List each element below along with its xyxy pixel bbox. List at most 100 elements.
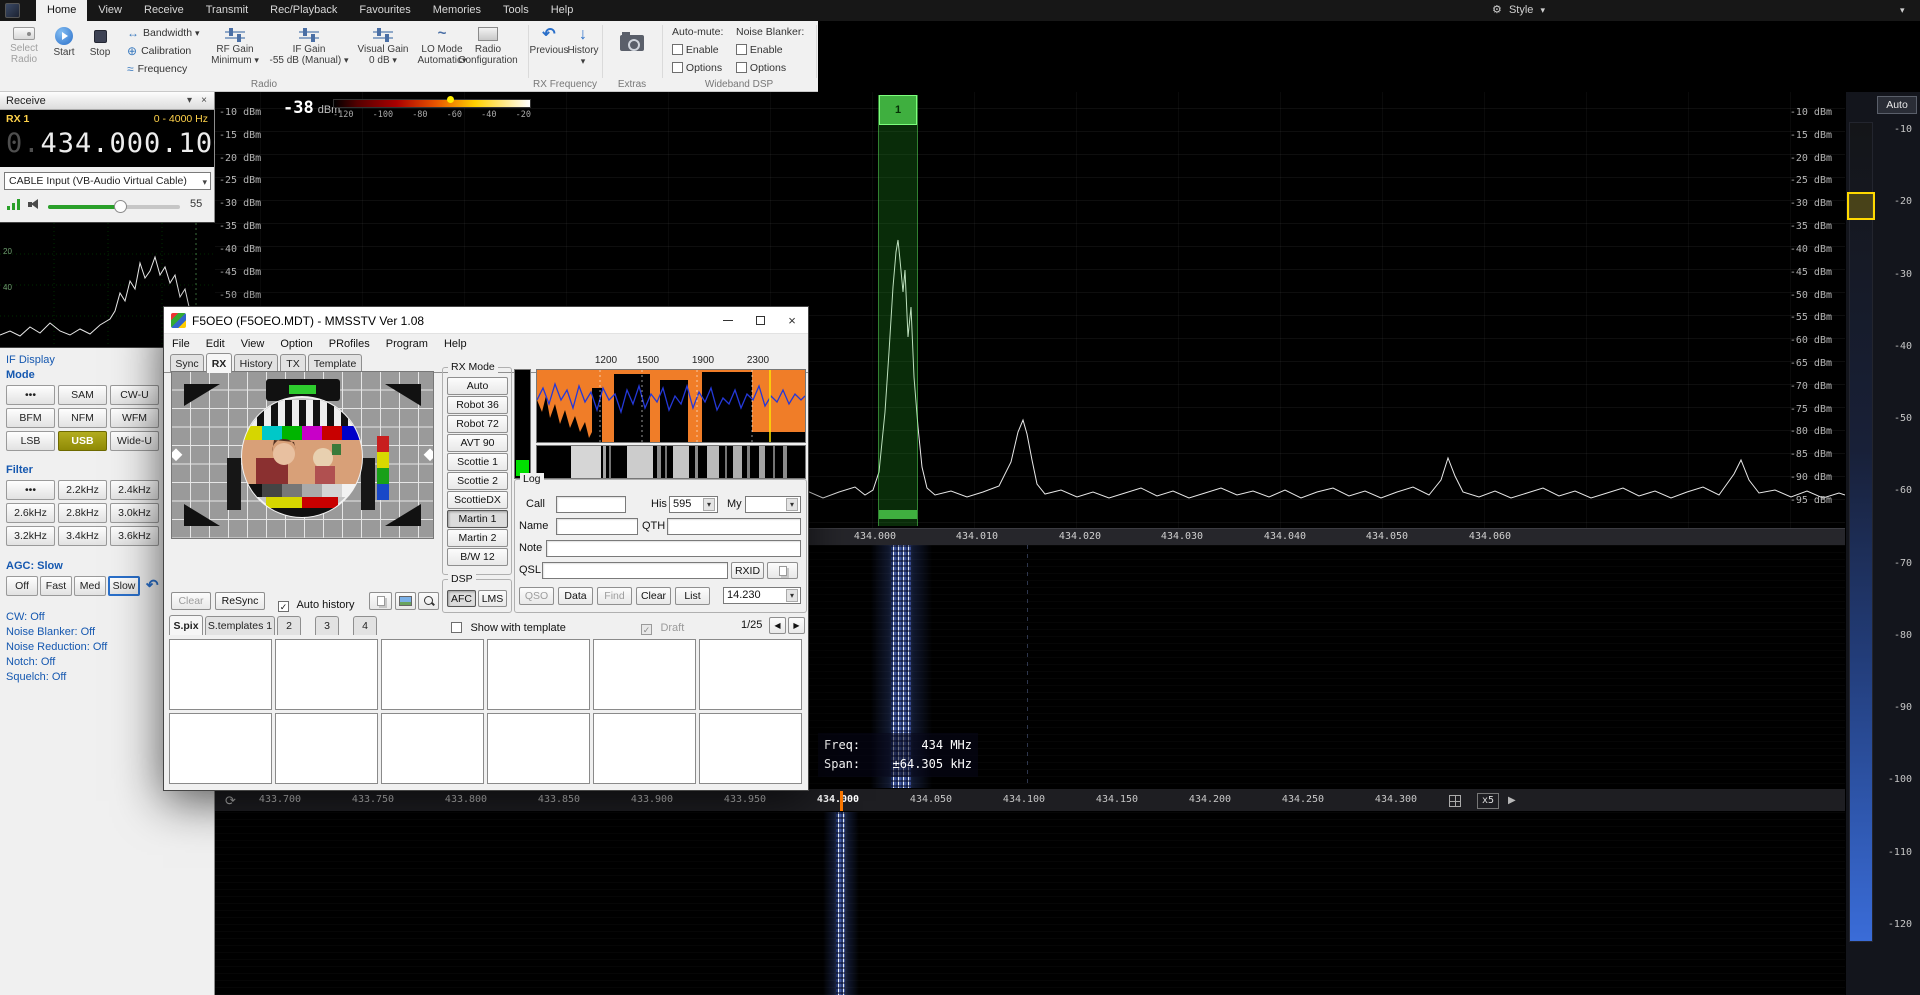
bandwidth-button[interactable]: ↔ Bandwidth ▾ (127, 27, 200, 39)
menu-item[interactable]: Help (436, 335, 475, 354)
log-action-button[interactable]: List (675, 587, 710, 605)
dsp-status-line[interactable]: CW: Off (6, 610, 107, 625)
range-highlight-box[interactable] (1847, 192, 1875, 220)
tab-stemplates1[interactable]: S.templates 1 (205, 616, 275, 635)
picture-slot[interactable] (487, 713, 590, 784)
call-input[interactable] (556, 496, 626, 513)
received-sstv-image[interactable] (171, 371, 434, 539)
log-action-button[interactable]: Data (558, 587, 593, 605)
band-overview-bar[interactable]: ⟳ 433.700433.750433.800433.850433.900433… (215, 788, 1845, 812)
select-radio-button[interactable]: Select Radio (4, 27, 44, 65)
frequency-history-button[interactable]: ↓ History ▾ (566, 27, 600, 67)
save-image-button[interactable] (395, 592, 416, 610)
log-action-button[interactable]: Find (597, 587, 632, 605)
rf-gain-button[interactable]: RF Gain Minimum ▾ (206, 27, 264, 66)
frequency-button[interactable]: ≈ Frequency (127, 63, 187, 75)
picture-slot[interactable] (275, 639, 378, 710)
visual-gain-button[interactable]: Visual Gain 0 dB ▾ (354, 27, 412, 66)
mode-button[interactable]: USB (58, 431, 107, 451)
stop-button[interactable]: Stop (84, 27, 116, 58)
my-select[interactable]: ▾ (745, 496, 801, 513)
volume-slider[interactable] (48, 205, 180, 209)
minimize-button[interactable] (712, 307, 744, 334)
auto-mute-options-checkbox[interactable]: Options (672, 62, 722, 74)
menu-item[interactable]: Edit (198, 335, 233, 354)
resync-button[interactable]: ReSync (215, 592, 265, 610)
dsp-status-line[interactable]: Noise Reduction: Off (6, 640, 107, 655)
picture-slot[interactable] (699, 713, 802, 784)
layout-grid-icon[interactable] (1449, 795, 1461, 807)
auto-range-button[interactable]: Auto (1877, 96, 1917, 114)
agc-button[interactable]: Slow (108, 576, 140, 596)
rx-mode-scottie2[interactable]: Scottie 2 (447, 472, 508, 490)
receive-panel-header[interactable]: Receive ▾ × (0, 92, 214, 110)
picture-slot[interactable] (593, 639, 696, 710)
menu-item[interactable]: View (233, 335, 273, 354)
chevron-down-icon[interactable]: ▾ (187, 92, 192, 110)
filter-button[interactable]: 3.0kHz (110, 503, 159, 523)
filter-button[interactable]: 2.8kHz (58, 503, 107, 523)
menu-item[interactable]: View (87, 0, 133, 21)
rx-marker-badge[interactable]: 1 (879, 95, 917, 125)
next-page-button[interactable]: ▶ (788, 617, 805, 634)
picture-slot[interactable] (487, 639, 590, 710)
frequency-select[interactable]: 14.230 ▾ (723, 587, 801, 604)
tab-stemplates2[interactable]: 2 (277, 616, 301, 635)
auto-history-checkbox[interactable]: Auto history (278, 595, 355, 613)
menu-item[interactable]: Transmit (195, 0, 259, 21)
rx-mode-bw12[interactable]: B/W 12 (447, 548, 508, 566)
refresh-icon[interactable]: ⟳ (225, 792, 236, 809)
mode-button[interactable]: LSB (6, 431, 55, 451)
noise-blanker-enable-checkbox[interactable]: Enable (736, 44, 783, 56)
start-button[interactable]: Start (47, 27, 81, 58)
mode-button[interactable]: NFM (58, 408, 107, 428)
previous-frequency-button[interactable]: ↶ Previous (532, 27, 566, 56)
mode-button[interactable]: Wide-U (110, 431, 159, 451)
volume-handle[interactable] (114, 200, 127, 213)
speaker-icon[interactable] (28, 199, 41, 210)
note-input[interactable] (546, 540, 801, 557)
ribbon-collapse-control[interactable]: ▾ (1900, 0, 1905, 21)
menu-item[interactable]: Receive (133, 0, 195, 21)
name-input[interactable] (556, 518, 638, 535)
sstv-spectrum[interactable] (536, 369, 806, 443)
show-with-template-checkbox[interactable]: Show with template (451, 618, 566, 636)
menu-item[interactable]: Program (378, 335, 436, 354)
menu-item[interactable]: File (164, 335, 198, 354)
picture-slot[interactable] (699, 639, 802, 710)
intensity-gradient-bar[interactable] (1849, 122, 1873, 942)
tab-spix[interactable]: S.pix (169, 615, 203, 635)
prev-page-button[interactable]: ◀ (769, 617, 786, 634)
his-select[interactable]: 595 ▾ (669, 496, 718, 513)
filter-button[interactable]: ••• (6, 480, 55, 500)
rx-mode-martin2[interactable]: Martin 2 (447, 529, 508, 547)
qsl-input[interactable] (542, 562, 728, 579)
rx-mode-avt90[interactable]: AVT 90 (447, 434, 508, 452)
mode-button[interactable]: BFM (6, 408, 55, 428)
undo-icon[interactable]: ↶ (146, 576, 159, 594)
if-gain-button[interactable]: IF Gain -55 dB (Manual) ▾ (266, 27, 352, 66)
log-action-button[interactable]: QSO (519, 587, 554, 605)
dsp-status-line[interactable]: Notch: Off (6, 655, 107, 670)
rx-mode-robot36[interactable]: Robot 36 (447, 396, 508, 414)
level-color-scale[interactable] (333, 99, 531, 108)
mode-button[interactable]: ••• (6, 385, 55, 405)
close-icon[interactable]: × (201, 92, 207, 110)
magnify-button[interactable] (418, 592, 439, 610)
rx-mode-auto[interactable]: Auto (447, 377, 508, 395)
agc-button[interactable]: Fast (40, 576, 72, 596)
tab-stemplates3[interactable]: 3 (315, 616, 339, 635)
picture-slot[interactable] (169, 713, 272, 784)
rx-mode-scottie1[interactable]: Scottie 1 (447, 453, 508, 471)
picture-slot[interactable] (381, 713, 484, 784)
tab-stemplates4[interactable]: 4 (353, 616, 377, 635)
rxid-button[interactable]: RXID (731, 562, 764, 579)
filter-button[interactable]: 2.6kHz (6, 503, 55, 523)
log-action-button[interactable]: Clear (636, 587, 671, 605)
copy-button[interactable] (369, 592, 392, 610)
tuned-frequency[interactable]: 0.434.000.100 (6, 128, 230, 159)
draft-checkbox[interactable]: Draft (641, 618, 684, 636)
filter-button[interactable]: 3.2kHz (6, 526, 55, 546)
clear-image-button[interactable]: Clear (171, 592, 211, 610)
calibration-button[interactable]: ⊕ Calibration (127, 45, 191, 57)
